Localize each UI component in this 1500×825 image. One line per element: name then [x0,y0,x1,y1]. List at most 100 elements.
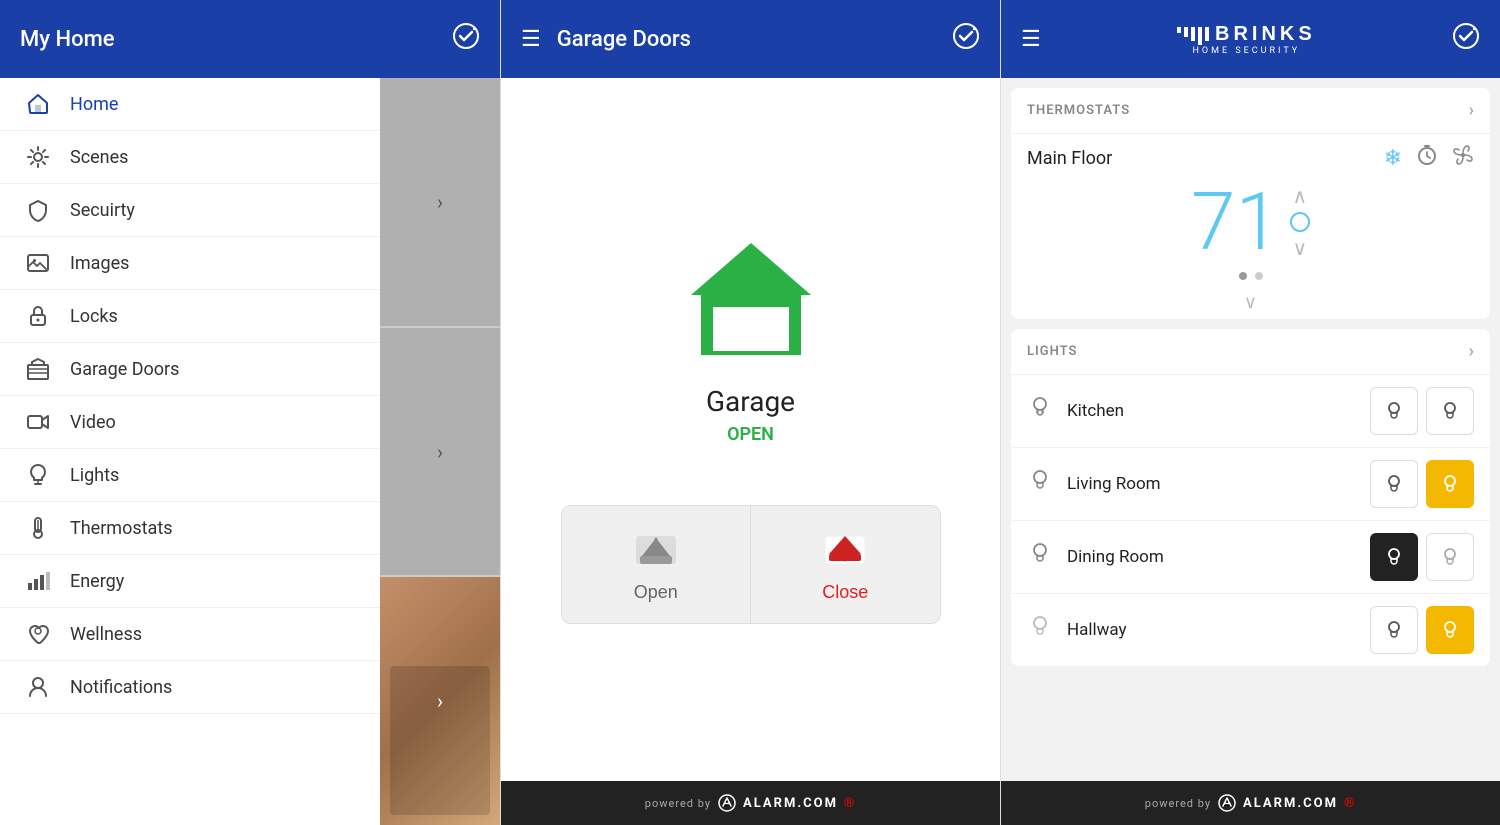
garage-header: ☰ Garage Doors [501,0,1000,78]
hallway-off-button[interactable] [1370,606,1418,654]
brinks-status-icon[interactable] [1452,22,1480,56]
sidebar-item-security-label: Secuirty [70,200,135,221]
garage-close-icon [821,526,869,574]
thumbnail-1[interactable]: › [380,78,500,326]
garage-house-icon [681,235,821,365]
kitchen-off-button[interactable] [1370,387,1418,435]
temp-up-button[interactable]: ∧ [1293,184,1308,208]
sidebar-item-notifications[interactable]: Notifications [0,661,380,714]
sidebar-item-wellness[interactable]: Wellness [0,608,380,661]
thermostats-chevron-icon: › [1469,100,1474,121]
garage-name: Garage [706,385,795,418]
sidebar-item-video[interactable]: Video [0,396,380,449]
hamburger-icon[interactable]: ☰ [521,27,541,52]
living-on-button[interactable] [1426,460,1474,508]
brinks-logo-row: BRINKS [1177,23,1316,46]
light-btns-living [1370,460,1474,508]
sidebar-content: Home Scenes [0,78,500,825]
sidebar-item-home[interactable]: Home [0,78,380,131]
sidebar-item-garage[interactable]: Garage Doors [0,343,380,396]
light-name-kitchen: Kitchen [1067,401,1124,421]
dining-off-button[interactable] [1370,533,1418,581]
sidebar-item-thermostats[interactable]: Thermostats [0,502,380,555]
sidebar-item-lights[interactable]: Lights [0,449,380,502]
garage-icon [20,357,56,381]
hallway-on-button[interactable] [1426,606,1474,654]
garage-header-left: ☰ Garage Doors [521,27,691,52]
thermostat-expand-button[interactable]: ∨ [1011,286,1490,319]
chevron-right-icon-1: › [437,190,443,214]
panel-brinks: ☰ BRINKS HOME SECURITY [1000,0,1500,825]
bulb-icon-dining [1027,541,1053,573]
thermostats-section-header[interactable]: THERMOSTATS › [1011,88,1490,134]
sidebar-item-energy[interactable]: Energy [0,555,380,608]
dot-2 [1255,272,1263,280]
light-left-dining: Dining Room [1027,541,1164,573]
chevron-right-icon-3: › [437,689,443,713]
garage-body: Garage OPEN Open [501,78,1000,781]
thermostat-dots [1011,272,1490,286]
chevron-right-icon-2: › [437,440,443,464]
lights-section-header[interactable]: LIGHTS › [1011,329,1490,375]
sidebar-item-locks[interactable]: Locks [0,290,380,343]
myhome-status-icon[interactable] [452,22,480,56]
snowflake-icon[interactable]: ❄ [1384,146,1402,171]
sidebar-item-security[interactable]: Secuirty [0,184,380,237]
garage-header-title: Garage Doors [557,27,691,52]
garage-footer: powered by ALARM.COM ® [501,781,1000,825]
sidebar-thumbnails: › › › [380,78,500,825]
brinks-footer-brand-name: ALARM.COM [1243,796,1338,811]
alarmcom-logo-icon [717,793,737,813]
garage-open-button[interactable]: Open [562,506,752,623]
wellness-icon [20,622,56,646]
timer-icon[interactable] [1416,144,1438,172]
thumbnail-2[interactable]: › [380,328,500,576]
temp-down-button[interactable]: ∨ [1293,236,1308,260]
sidebar-item-scenes[interactable]: Scenes [0,131,380,184]
light-left-hallway: Hallway [1027,614,1127,646]
light-name-hallway: Hallway [1067,620,1127,640]
sidebar-menu: Home Scenes [0,78,380,825]
thermostat-display: 71 ∧ ∨ [1011,172,1490,272]
locks-icon [20,304,56,328]
footer-powered-by: powered by [645,797,711,810]
lights-section-title: LIGHTS [1027,344,1077,359]
garage-open-label: Open [634,582,678,603]
garage-close-button[interactable]: Close [751,506,940,623]
lights-row-dining: Dining Room [1011,521,1490,594]
bulb-icon-living [1027,468,1053,500]
brinks-hamburger-icon[interactable]: ☰ [1021,27,1041,52]
thermostat-degree-controls: ∧ ∨ [1290,184,1310,260]
light-left-kitchen: Kitchen [1027,395,1124,427]
dot-1 [1239,272,1247,280]
sidebar-item-home-label: Home [70,94,118,115]
images-icon [20,251,56,275]
thermostat-name: Main Floor [1027,148,1112,169]
garage-status-icon[interactable] [952,22,980,56]
sidebar-item-images-label: Images [70,253,129,274]
footer-brand: powered by ALARM.COM ® [645,793,856,813]
sidebar-item-locks-label: Locks [70,306,118,327]
thermostats-icon [20,516,56,540]
garage-buttons: Open Close [561,505,941,624]
fan-icon[interactable] [1452,144,1474,172]
bulb-icon-kitchen [1027,395,1053,427]
thermostats-section-title: THERMOSTATS [1027,103,1130,118]
lights-row-living: Living Room [1011,448,1490,521]
myhome-title: My Home [20,27,115,52]
light-name-dining: Dining Room [1067,547,1164,567]
kitchen-on-button[interactable] [1426,387,1474,435]
dining-on-button[interactable] [1426,533,1474,581]
brinks-header: ☰ BRINKS HOME SECURITY [1001,0,1500,78]
light-name-living: Living Room [1067,474,1161,494]
living-off-button[interactable] [1370,460,1418,508]
footer-brand-name: ALARM.COM [743,796,838,811]
sidebar-item-images[interactable]: Images [0,237,380,290]
bulb-icon-hallway [1027,614,1053,646]
thumbnail-3[interactable]: › [380,577,500,825]
energy-icon [20,569,56,593]
light-btns-kitchen [1370,387,1474,435]
light-btns-hallway [1370,606,1474,654]
lights-row-kitchen: Kitchen [1011,375,1490,448]
brinks-logo: BRINKS HOME SECURITY [1177,23,1316,56]
